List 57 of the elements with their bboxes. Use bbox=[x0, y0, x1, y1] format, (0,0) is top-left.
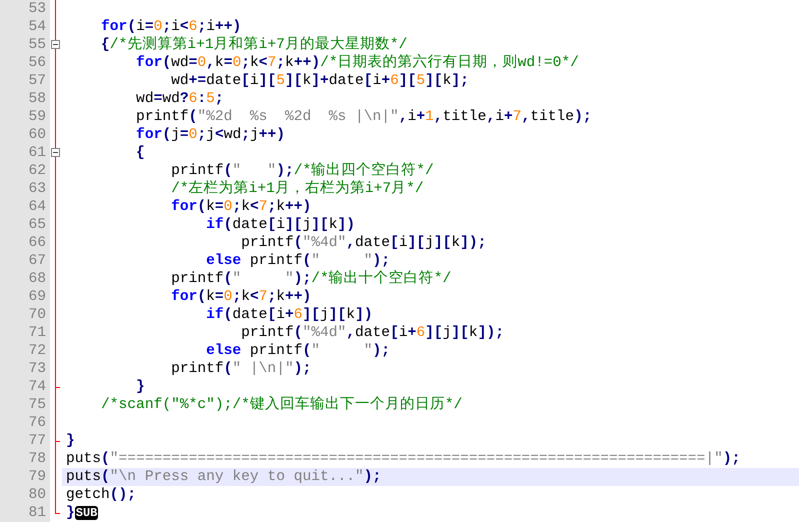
line-number: 72 bbox=[0, 342, 50, 360]
line-number: 66 bbox=[0, 234, 50, 252]
line-number: 78 bbox=[0, 450, 50, 468]
code-line: printf("%2d %s %2d %s |\n|",i+1,title,i+7,title); bbox=[135, 108, 593, 126]
line-number: 55 bbox=[0, 36, 50, 54]
line-number: 65 bbox=[0, 216, 50, 234]
code-line: wd+=date[i][5][k]+date[i+6][5][k]; bbox=[170, 72, 470, 90]
code-line: else printf(" "); bbox=[205, 252, 392, 270]
code-line: wd=wd?6:5; bbox=[135, 90, 225, 108]
code-line: } bbox=[135, 378, 146, 396]
line-number: 63 bbox=[0, 180, 50, 198]
code-line: printf(" |\n|"); bbox=[170, 360, 312, 378]
code-line: printf(" ");/*输出四个空白符*/ bbox=[170, 162, 435, 180]
collapse-icon[interactable] bbox=[51, 40, 60, 49]
line-number: 57 bbox=[0, 72, 50, 90]
code-line: if(date[i+6][j][k]) bbox=[205, 306, 374, 324]
code-line: for(j=0;j<wd;j++) bbox=[135, 126, 286, 144]
code-line: printf("%4d",date[i+6][j][k]); bbox=[240, 324, 505, 342]
code-line: /*左栏为第i+1月，右栏为第i+7月*/ bbox=[170, 180, 425, 198]
line-number: 76 bbox=[0, 414, 50, 432]
line-number: 53 bbox=[0, 0, 50, 18]
line-number: 59 bbox=[0, 108, 50, 126]
line-number: 68 bbox=[0, 270, 50, 288]
code-line: printf("%4d",date[i][j][k]); bbox=[240, 234, 488, 252]
line-number: 69 bbox=[0, 288, 50, 306]
code-line: /*scanf("%*c");/*键入回车输出下一个月的日历*/ bbox=[100, 396, 464, 414]
line-number: 61 bbox=[0, 144, 50, 162]
collapse-icon[interactable] bbox=[51, 148, 60, 157]
line-number: 77 bbox=[0, 432, 50, 450]
line-number: 75 bbox=[0, 396, 50, 414]
line-number: 81 bbox=[0, 504, 50, 522]
code-line: else printf(" "); bbox=[205, 342, 392, 360]
code-line: }SUB bbox=[65, 504, 100, 522]
code-line: for(i=0;i<6;i++) bbox=[100, 18, 242, 36]
code-line: puts("===================================================================|"); bbox=[65, 450, 742, 468]
code-line: getch(); bbox=[65, 486, 138, 504]
code-line: } bbox=[65, 432, 76, 450]
line-number: 64 bbox=[0, 198, 50, 216]
line-number: 58 bbox=[0, 90, 50, 108]
code-line: if(date[i][j][k]) bbox=[205, 216, 356, 234]
line-number: 74 bbox=[0, 378, 50, 396]
code-line: printf(" ");/*输出十个空白符*/ bbox=[170, 270, 452, 288]
line-number: 67 bbox=[0, 252, 50, 270]
line-number: 56 bbox=[0, 54, 50, 72]
code-line: {/*先测算第i+1月和第i+7月的最大星期数*/ bbox=[100, 36, 408, 54]
code-line: for(k=0;k<7;k++) bbox=[170, 288, 312, 306]
line-number: 80 bbox=[0, 486, 50, 504]
code-line: for(wd=0,k=0;k<7;k++)/*日期表的第六行有日期，则wd!=0*/ bbox=[135, 54, 580, 72]
line-number: 70 bbox=[0, 306, 50, 324]
code-line: { bbox=[135, 144, 146, 162]
line-number: 79 bbox=[0, 468, 50, 486]
line-number: 71 bbox=[0, 324, 50, 342]
line-number: 62 bbox=[0, 162, 50, 180]
code-line: for(k=0;k<7;k++) bbox=[170, 198, 312, 216]
line-number: 73 bbox=[0, 360, 50, 378]
line-number: 54 bbox=[0, 18, 50, 36]
line-number: 60 bbox=[0, 126, 50, 144]
